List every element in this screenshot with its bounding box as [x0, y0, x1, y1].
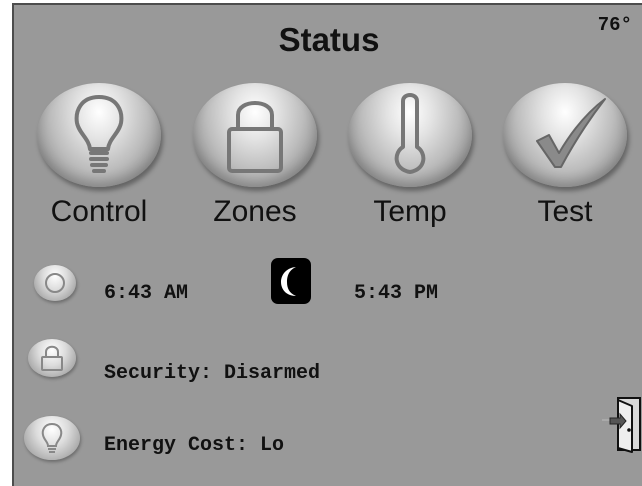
security-lock-icon [28, 339, 76, 377]
zones-label: Zones [213, 195, 297, 228]
page-title: Status [278, 21, 380, 58]
energy-bulb-icon [24, 416, 80, 460]
test-label: Test [537, 195, 593, 228]
moon-icon [271, 258, 311, 304]
exit-button[interactable] [600, 396, 642, 454]
temperature-readout: 76° [597, 14, 632, 36]
checkmark-icon [536, 98, 606, 168]
sunrise-time: 6:43 AM [104, 282, 189, 305]
sun-icon [34, 265, 76, 301]
control-button-oval[interactable] [37, 83, 161, 187]
padlock-icon [227, 101, 283, 173]
test-button-oval[interactable] [503, 83, 627, 187]
exit-door-icon [602, 397, 641, 453]
security-status: Security: Disarmed [104, 362, 321, 385]
energy-cost-status: Energy Cost: Lo [104, 434, 285, 457]
sunset-time: 5:43 PM [354, 282, 439, 305]
zones-button[interactable]: Zones [193, 83, 317, 233]
test-button[interactable]: Test [503, 83, 627, 233]
control-label: Control [50, 195, 148, 228]
zones-button-oval[interactable] [193, 83, 317, 187]
thermometer-icon [394, 93, 426, 174]
temp-button[interactable]: Temp [348, 83, 472, 233]
status-screen: Status 76° Control Zones Temp Test 6:43 … [12, 3, 642, 486]
control-button[interactable]: Control [37, 83, 161, 233]
temp-button-oval[interactable] [348, 83, 472, 187]
lightbulb-icon [74, 95, 124, 173]
temp-label: Temp [373, 195, 447, 228]
